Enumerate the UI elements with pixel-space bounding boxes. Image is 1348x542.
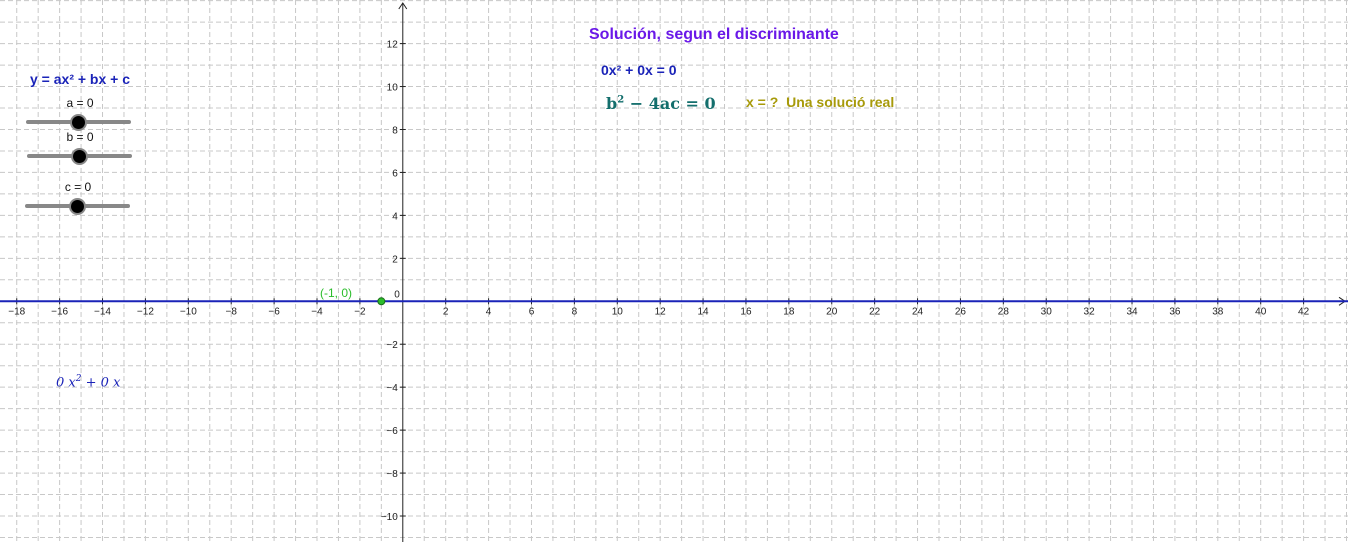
y-tick-label: −2 [386,340,398,351]
x-tick-label: 34 [1126,306,1138,317]
disc-b: b [606,94,618,113]
x-tick-label: 6 [529,306,535,317]
x-tick-label: 20 [826,306,838,317]
slider-c-label: c = 0 [64,180,92,194]
slider-c-handle[interactable] [69,197,86,215]
y-tick-label: 6 [392,168,398,179]
x-tick-label: −4 [311,306,323,317]
point-marker[interactable] [377,297,386,306]
x-tick-label: −10 [180,306,197,317]
func-plus: + [81,375,101,391]
discriminant-formula: b2 − 4ac = 0 [606,94,716,113]
x-tick-label: 38 [1212,306,1224,317]
y-tick-label: 8 [392,125,398,136]
x-tick-label: 28 [998,306,1010,317]
x-tick-label: −16 [51,306,68,317]
axes [0,2,1346,542]
equation-title: y = ax² + bx + c [30,71,131,87]
x-tick-label: −12 [137,306,154,317]
point-label: (-1, 0) [320,286,353,300]
x-tick-label: −14 [94,306,111,317]
x-tick-label: −8 [226,306,238,317]
x-tick-label: 30 [1041,306,1053,317]
y-tick-label: 10 [387,83,399,94]
point-group[interactable] [377,297,386,306]
grid-lines [0,0,1348,542]
graphics-view[interactable]: −18 −16 −14 −12 −10 −8 −6 −4 −2 2 4 6 8 10 12 14 16 18 20 2… [0,0,1348,542]
x-label: x = ? [746,94,779,110]
slider-a-handle[interactable] [70,113,87,131]
x-tick-label: −18 [8,306,25,317]
x-tick-label: 8 [572,306,578,317]
x-tick-label: 40 [1255,306,1267,317]
solution-equation: 0x² + 0x = 0 [601,62,677,78]
func-coef-a: 0 [56,375,65,391]
x-tick-label: 18 [783,306,795,317]
x-tick-label: 4 [486,306,492,317]
x-tick-label: 26 [955,306,967,317]
solution-result: x = ? Una solució real [746,94,894,110]
x-tick-label: 36 [1169,306,1181,317]
y-tick-label: 12 [387,40,399,51]
func-var-b: x [113,375,121,391]
func-coef-b: 0 [100,375,109,391]
x-tick-label: 24 [912,306,924,317]
slider-b-label: b = 0 [66,130,94,144]
solution-text: Una solució real [786,94,895,110]
slider-b-handle[interactable] [71,147,88,165]
y-tick-label: −10 [381,512,398,523]
origin-label: 0 [394,289,400,300]
slider-a-label: a = 0 [66,96,94,110]
x-tick-label: −2 [354,306,366,317]
x-tick-label: 2 [443,306,449,317]
y-tick-label: 2 [392,254,398,265]
y-tick-label: −8 [386,469,398,480]
y-tick-label: −6 [386,426,398,437]
x-tick-label: 10 [612,306,624,317]
x-tick-label: 14 [697,306,709,317]
solution-title: Solución, segun el discriminante [589,26,839,43]
x-tick-label: 42 [1298,306,1310,317]
y-tick-label: 4 [392,211,398,222]
disc-rest: − 4ac = 0 [624,94,716,113]
x-tick-label: 12 [655,306,667,317]
x-tick-label: 22 [869,306,881,317]
x-tick-label: 32 [1084,306,1096,317]
y-tick-label: −4 [386,383,398,394]
x-tick-label: −6 [268,306,280,317]
function-label: 0 x2 + 0 x [56,374,120,390]
x-tick-label: 16 [740,306,752,317]
func-var-a: x [68,375,76,391]
